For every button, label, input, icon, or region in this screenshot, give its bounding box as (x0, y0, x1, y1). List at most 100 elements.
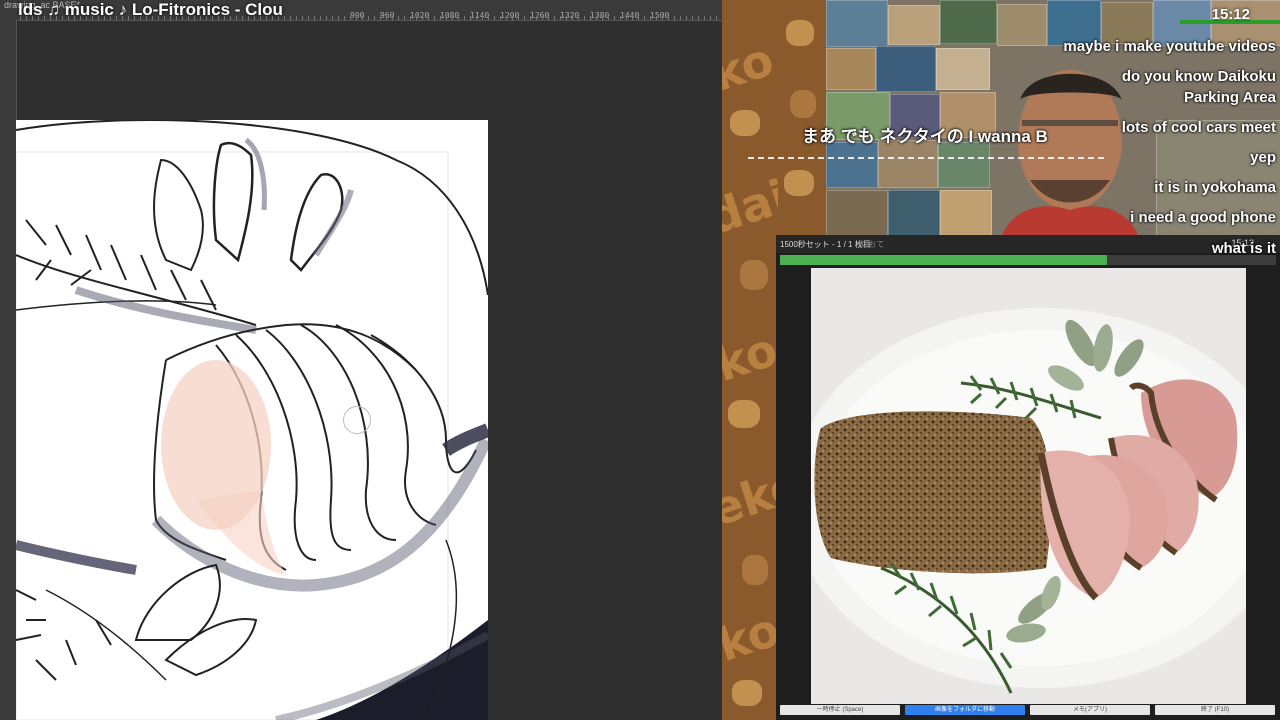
mascot-sticker (784, 170, 814, 196)
stream-clock: 15:12 (1211, 6, 1250, 23)
ruler-tick (548, 16, 549, 20)
ruler-tick (458, 16, 459, 20)
ruler-tick (650, 16, 651, 20)
ruler-tick (296, 16, 297, 20)
ruler-tick (620, 16, 621, 20)
ruler-tick (440, 16, 441, 20)
ruler-tick (428, 16, 429, 20)
reference-image (811, 268, 1246, 704)
ruler-tick (308, 16, 309, 20)
ruler-tick (680, 16, 681, 20)
ruler-tick (290, 16, 291, 20)
ruler-tick (368, 16, 369, 20)
reference-viewer: 1500秒セット - 1 / 1 枚目 次 おて 15:12 一時停止 (Spa… (776, 235, 1280, 720)
pattern-logo-text: ko (722, 31, 778, 103)
ruler-tick (398, 16, 399, 20)
ruler-tick (518, 16, 519, 20)
ruler-tick (464, 16, 465, 20)
wall-photo (826, 142, 878, 188)
ruler-tick (422, 16, 423, 20)
ruler-tick (524, 16, 525, 20)
ruler-tick-label: 1500 (650, 11, 670, 20)
stream-background-pattern: ko dai ko eko ko (722, 0, 778, 720)
ruler-tick (590, 16, 591, 20)
ruler-tick (470, 16, 471, 20)
ruler-tick-label: 1080 (440, 11, 460, 20)
pattern-logo-text: ko (722, 601, 778, 673)
next-image-link[interactable]: 次 おて (858, 239, 884, 250)
chat-message: maybe i make youtube videos (1063, 38, 1276, 55)
ruler-tick (662, 16, 663, 20)
viewer-header: 1500秒セット - 1 / 1 枚目 次 おて 15:12 (776, 235, 1280, 253)
ruler-tick-label: 1320 (560, 11, 580, 20)
ruler-tick (404, 16, 405, 20)
ruler-tick (326, 16, 327, 20)
pattern-logo-text: ko (722, 321, 778, 393)
memo-button[interactable]: メモ(アプリ) (1030, 705, 1150, 715)
ruler-tick (386, 16, 387, 20)
ruler-tick (674, 16, 675, 20)
ruler-tick (512, 16, 513, 20)
ruler-tick (344, 16, 345, 20)
roast-pork-photo (811, 268, 1246, 704)
wall-photo (888, 5, 940, 45)
ruler-tick (542, 16, 543, 20)
pause-button[interactable]: 一時停止 (Space) (780, 705, 900, 715)
ruler-tick (476, 16, 477, 20)
ruler-tick (314, 16, 315, 20)
live-caption: まあ でも ネクタイの I wanna B (802, 127, 1048, 146)
mascot-sticker (730, 110, 760, 136)
ruler-tick (572, 16, 573, 20)
wall-photo (878, 140, 938, 188)
ruler-tick (488, 16, 489, 20)
ruler-tick (416, 16, 417, 20)
ruler-tick (452, 16, 453, 20)
ruler-tick (338, 16, 339, 20)
ruler-tick (434, 16, 435, 20)
ruler-tick-label: 1200 (500, 11, 520, 20)
ruler-tick (710, 16, 711, 20)
caption-divider (748, 157, 1104, 159)
ruler-tick (332, 16, 333, 20)
chat-message: do you know Daikoku Parking Area (1121, 68, 1276, 106)
ruler-tick (668, 16, 669, 20)
exit-button[interactable]: 終了 (F10) (1155, 705, 1275, 715)
viewer-controls: 一時停止 (Space) 画像をフォルダに移動 メモ(アプリ) 終了 (F10) (776, 705, 1280, 720)
drawing-app: 900 960 1020 1080 1140 1200 1260 1320 1380 1440 15… (0, 0, 722, 720)
mascot-sticker (740, 260, 768, 290)
ruler-tick (632, 16, 633, 20)
ruler-tick (362, 16, 363, 20)
ruler-tick (614, 16, 615, 20)
wall-photo (826, 0, 888, 47)
vertical-ruler (0, 20, 17, 720)
ruler-tick (578, 16, 579, 20)
ruler-tick (530, 16, 531, 20)
pattern-logo-text: dai (722, 168, 778, 246)
chat-message: what is it (1211, 240, 1276, 257)
drawing-canvas[interactable] (16, 120, 488, 720)
ruler-tick (374, 16, 375, 20)
ruler-tick (560, 16, 561, 20)
move-to-folder-button[interactable]: 画像をフォルダに移動 (905, 705, 1025, 715)
ruler-tick-label: 1140 (470, 11, 490, 20)
ruler-tick-label: 1260 (530, 11, 550, 20)
mascot-sticker (732, 680, 762, 706)
ruler-tick (446, 16, 447, 20)
timer-progress-fill (780, 255, 1108, 265)
ruler-tick (692, 16, 693, 20)
ruler-tick-label: 1440 (620, 11, 640, 20)
mascot-sticker (786, 20, 814, 46)
ruler-tick (500, 16, 501, 20)
ruler-tick-label: 1020 (410, 11, 430, 20)
mascot-sticker (742, 555, 768, 585)
wall-photo (826, 190, 888, 235)
ruler-tick (506, 16, 507, 20)
ruler-tick (350, 16, 351, 20)
music-ticker: lds ♫ music ♪ Lo-Fitronics - Clou (18, 0, 283, 19)
ruler-tick (626, 16, 627, 20)
ruler-tick (716, 16, 717, 20)
mascot-sticker (728, 400, 760, 428)
ruler-tick (320, 16, 321, 20)
ruler-tick (302, 16, 303, 20)
wall-photo (826, 48, 876, 90)
